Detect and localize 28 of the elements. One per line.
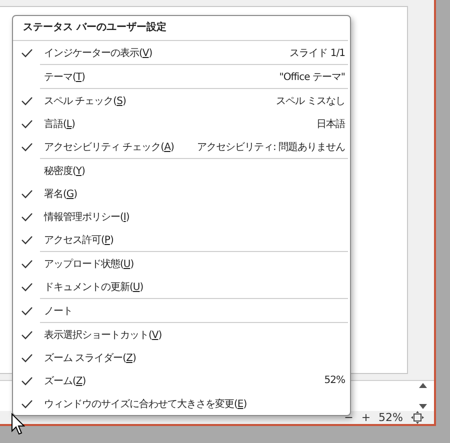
menu-item[interactable]: 署名(G) — [44, 186, 345, 200]
menu-item-value: 52% — [324, 375, 345, 386]
menu-item[interactable]: 言語(L) — [44, 116, 312, 130]
menu-item[interactable]: アクセス許可(P) — [44, 232, 345, 246]
zoom-in-button[interactable]: + — [361, 411, 371, 424]
fit-to-window-icon[interactable] — [411, 411, 424, 424]
menu-item[interactable]: ドキュメントの更新(U) — [44, 280, 345, 294]
menu-item[interactable]: アップロード状態(U) — [44, 256, 345, 270]
menu-item-value: "Office テーマ" — [279, 70, 345, 84]
menu-item-value: スペル ミスなし — [276, 94, 345, 108]
scroll-down-icon[interactable] — [419, 404, 427, 409]
menu-item[interactable]: アクセシビリティ チェック(A) — [44, 140, 193, 154]
menu-title: ステータス バーのユーザー設定 — [22, 20, 168, 35]
menu-item[interactable]: インジケーターの表示(V) — [44, 46, 286, 60]
menu-item-value: 日本語 — [316, 118, 345, 130]
menu-item[interactable]: 情報管理ポリシー(I) — [44, 210, 345, 224]
menu-item[interactable]: ノート — [44, 304, 345, 318]
scroll-up-icon[interactable] — [419, 383, 427, 388]
menu-item[interactable]: ウィンドウのサイズに合わせて大きさを変更(E) — [44, 396, 345, 410]
menu-item[interactable]: ズーム スライダー(Z) — [44, 350, 345, 364]
menu-item[interactable]: 秘密度(Y) — [44, 164, 345, 178]
menu-item[interactable]: 表示選択ショートカット(V) — [44, 328, 345, 342]
menu-item[interactable]: テーマ(T) — [44, 70, 276, 84]
menu-item-value: アクセシビリティ: 問題ありません — [196, 140, 345, 154]
menu-item[interactable]: スペル チェック(S) — [44, 94, 272, 108]
menu-item-value: スライド 1/1 — [290, 46, 345, 60]
zoom-level[interactable]: 52% — [378, 411, 403, 424]
menu-item[interactable]: ズーム(Z) — [44, 374, 320, 388]
